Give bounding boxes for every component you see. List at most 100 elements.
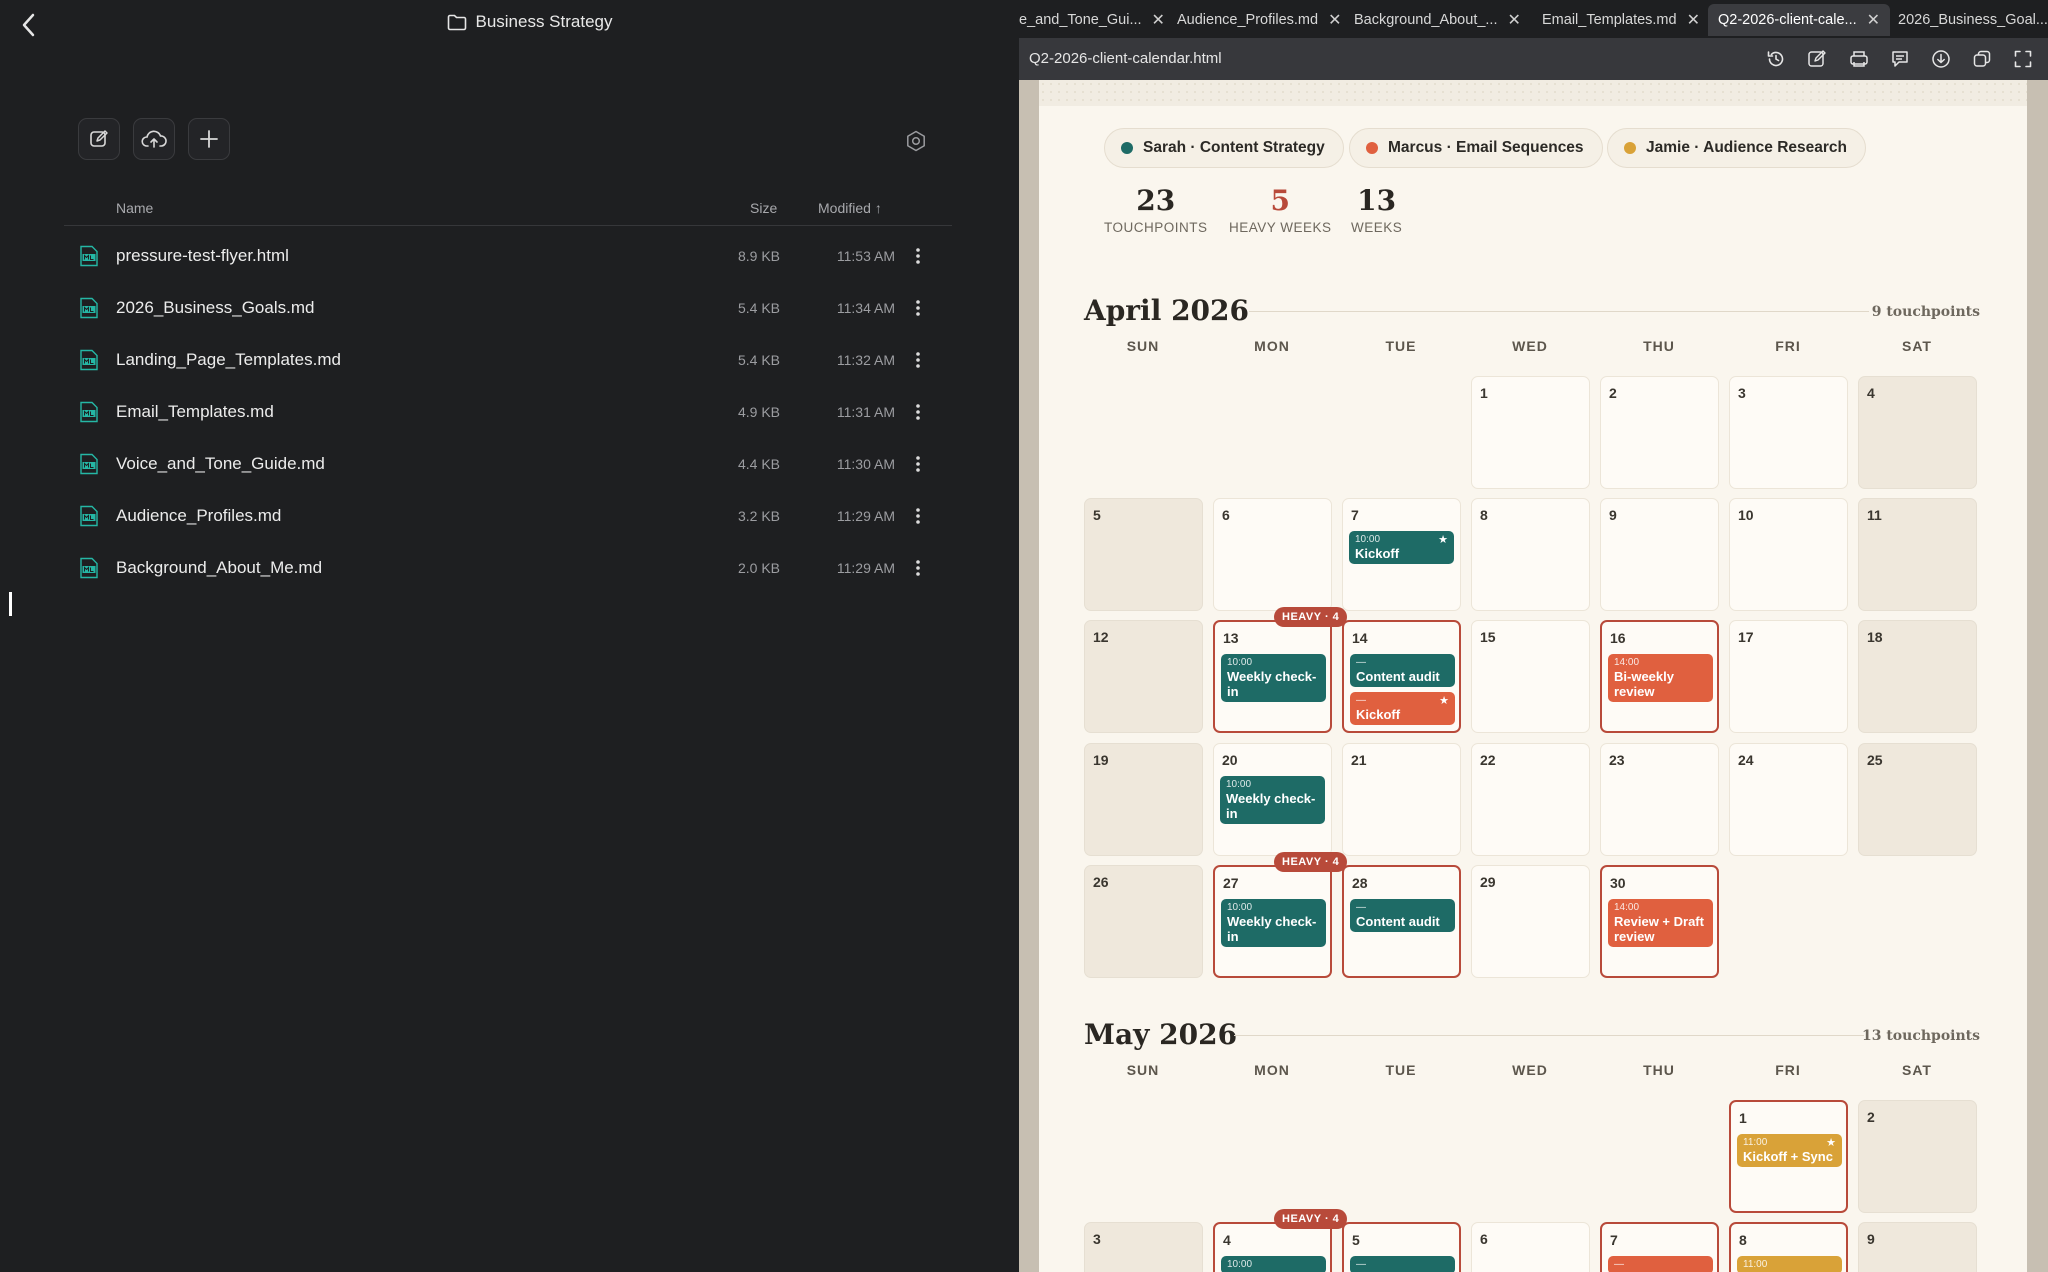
upload-button[interactable] <box>133 118 175 160</box>
file-row[interactable]: pressure-test-flyer.html 8.9 KB 11:53 AM <box>64 230 952 282</box>
event-chip[interactable]: — Content audit <box>1350 899 1455 932</box>
close-tab-icon[interactable]: ✕ <box>1508 10 1521 30</box>
history-button[interactable] <box>1764 47 1788 71</box>
day-cell[interactable]: 30 14:00 Review + Draft review <box>1600 865 1719 978</box>
download-button[interactable] <box>1929 47 1953 71</box>
folder-settings-button[interactable] <box>899 124 933 158</box>
close-tab-icon[interactable]: ✕ <box>1687 10 1700 30</box>
event-chip[interactable]: 10:00 Weekly check-in <box>1220 776 1325 824</box>
day-cell[interactable]: 4 HEAVY · 4 10:00 <box>1213 1209 1348 1272</box>
tab[interactable]: e_and_Tone_Gui... ✕ <box>1019 4 1165 36</box>
day-cell[interactable]: 24 <box>1729 743 1848 856</box>
fullscreen-button[interactable] <box>2011 47 2035 71</box>
more-options-button[interactable] <box>908 398 928 426</box>
tab[interactable]: Q2-2026-client-cale... ✕ <box>1708 4 1891 36</box>
more-options-button[interactable] <box>908 242 928 270</box>
column-size[interactable]: Size <box>750 200 777 216</box>
day-cell[interactable]: 4 <box>1858 376 1977 489</box>
file-size: 3.2 KB <box>737 508 780 524</box>
event-chip[interactable]: — Content audit <box>1350 654 1455 687</box>
day-cell[interactable]: 21 <box>1342 743 1461 856</box>
day-cell[interactable]: 29 <box>1471 865 1590 978</box>
day-cell[interactable]: 5— <box>1342 1222 1461 1272</box>
weekday-header: MON <box>1254 1062 1290 1078</box>
day-cell[interactable]: 17 <box>1729 620 1848 733</box>
add-button[interactable] <box>188 118 230 160</box>
file-row[interactable]: Email_Templates.md 4.9 KB 11:31 AM <box>64 386 952 438</box>
more-options-button[interactable] <box>908 554 928 582</box>
more-options-button[interactable] <box>908 294 928 322</box>
event-chip[interactable]: — <box>1608 1256 1713 1272</box>
tab[interactable]: 2026_Business_Goal... <box>1898 4 2048 36</box>
day-cell[interactable]: 25 <box>1858 743 1977 856</box>
day-cell[interactable]: 2 <box>1858 1100 1977 1213</box>
day-number: 18 <box>1867 629 1883 645</box>
event-chip[interactable]: — <box>1350 1256 1455 1272</box>
day-cell[interactable]: 8 11:00 <box>1729 1222 1848 1272</box>
event-time: 10:00 <box>1355 534 1381 545</box>
day-cell[interactable]: 14— Content audit — Kickoff ★ <box>1342 620 1461 733</box>
event-chip[interactable]: 10:00 <box>1221 1256 1326 1272</box>
more-options-button[interactable] <box>908 502 928 530</box>
tab[interactable]: Background_About_... ✕ <box>1354 4 1521 36</box>
file-row[interactable]: 2026_Business_Goals.md 5.4 KB 11:34 AM <box>64 282 952 334</box>
day-cell[interactable]: 20 10:00 Weekly check-in <box>1213 743 1332 856</box>
day-cell[interactable]: 12 <box>1084 620 1203 733</box>
day-cell[interactable]: 15 <box>1471 620 1590 733</box>
event-chip[interactable]: 11:00 Kickoff + Sync ★ <box>1737 1134 1842 1167</box>
day-cell[interactable]: 3 <box>1084 1222 1203 1272</box>
day-cell[interactable]: 9 <box>1858 1222 1977 1272</box>
close-tab-icon[interactable]: ✕ <box>1328 10 1341 30</box>
day-cell[interactable]: 7 10:00 Kickoff ★ <box>1342 498 1461 611</box>
day-cell[interactable]: 3 <box>1729 376 1848 489</box>
event-time: 10:00 <box>1227 902 1253 913</box>
day-cell[interactable]: 19 <box>1084 743 1203 856</box>
file-row[interactable]: Voice_and_Tone_Guide.md 4.4 KB 11:30 AM <box>64 438 952 490</box>
day-cell[interactable]: 1 <box>1471 376 1590 489</box>
document-canvas[interactable]: Sarah · Content Strategy Marcus · Email S… <box>1019 80 2048 1272</box>
day-cell[interactable]: 2 <box>1600 376 1719 489</box>
more-options-button[interactable] <box>908 450 928 478</box>
day-cell[interactable]: 27 HEAVY · 4 10:00 Weekly check-in <box>1213 852 1348 978</box>
tab[interactable]: Email_Templates.md ✕ <box>1542 4 1700 36</box>
column-name[interactable]: Name <box>116 200 153 216</box>
day-cell[interactable]: 28 — Content audit <box>1342 865 1461 978</box>
comment-button[interactable] <box>1888 47 1912 71</box>
file-row[interactable]: Landing_Page_Templates.md 5.4 KB 11:32 AM <box>64 334 952 386</box>
event-chip[interactable]: 11:00 <box>1737 1256 1842 1272</box>
event-chip[interactable]: 10:00 Kickoff ★ <box>1349 531 1454 564</box>
day-cell[interactable]: 26 <box>1084 865 1203 978</box>
event-chip[interactable]: — Kickoff ★ <box>1350 692 1455 725</box>
day-cell[interactable]: 13 HEAVY · 4 10:00 Weekly check-in <box>1213 607 1348 733</box>
event-chip[interactable]: 14:00 Review + Draft review <box>1608 899 1713 947</box>
day-cell[interactable]: 16 14:00 Bi-weekly review <box>1600 620 1719 733</box>
print-button[interactable] <box>1847 47 1871 71</box>
event-chip[interactable]: 10:00 Weekly check-in <box>1221 899 1326 947</box>
more-options-button[interactable] <box>908 346 928 374</box>
day-cell[interactable]: 5 <box>1084 498 1203 611</box>
close-tab-icon[interactable]: ✕ <box>1152 10 1165 30</box>
column-modified[interactable]: Modified ↑ <box>818 200 882 216</box>
new-note-button[interactable] <box>78 118 120 160</box>
day-cell[interactable]: 8 <box>1471 498 1590 611</box>
day-cell[interactable]: 10 <box>1729 498 1848 611</box>
event-title: Content audit <box>1356 914 1440 929</box>
day-cell[interactable]: 1 11:00 Kickoff + Sync ★ <box>1729 1100 1848 1213</box>
day-cell[interactable]: 7— <box>1600 1222 1719 1272</box>
month-divider <box>1249 311 1869 312</box>
file-row[interactable]: Background_About_Me.md 2.0 KB 11:29 AM <box>64 542 952 594</box>
file-row[interactable]: Audience_Profiles.md 3.2 KB 11:29 AM <box>64 490 952 542</box>
day-cell[interactable]: 18 <box>1858 620 1977 733</box>
event-chip[interactable]: 10:00 Weekly check-in <box>1221 654 1326 702</box>
edit-button[interactable] <box>1805 47 1829 71</box>
day-cell[interactable]: 23 <box>1600 743 1719 856</box>
day-cell[interactable]: 22 <box>1471 743 1590 856</box>
event-chip[interactable]: 14:00 Bi-weekly review <box>1608 654 1713 702</box>
close-tab-icon[interactable]: ✕ <box>1867 10 1880 30</box>
day-cell[interactable]: 9 <box>1600 498 1719 611</box>
tab[interactable]: Audience_Profiles.md ✕ <box>1177 4 1341 36</box>
duplicate-button[interactable] <box>1970 47 1994 71</box>
day-cell[interactable]: 11 <box>1858 498 1977 611</box>
day-cell[interactable]: 6 <box>1213 498 1332 611</box>
day-cell[interactable]: 6 <box>1471 1222 1590 1272</box>
